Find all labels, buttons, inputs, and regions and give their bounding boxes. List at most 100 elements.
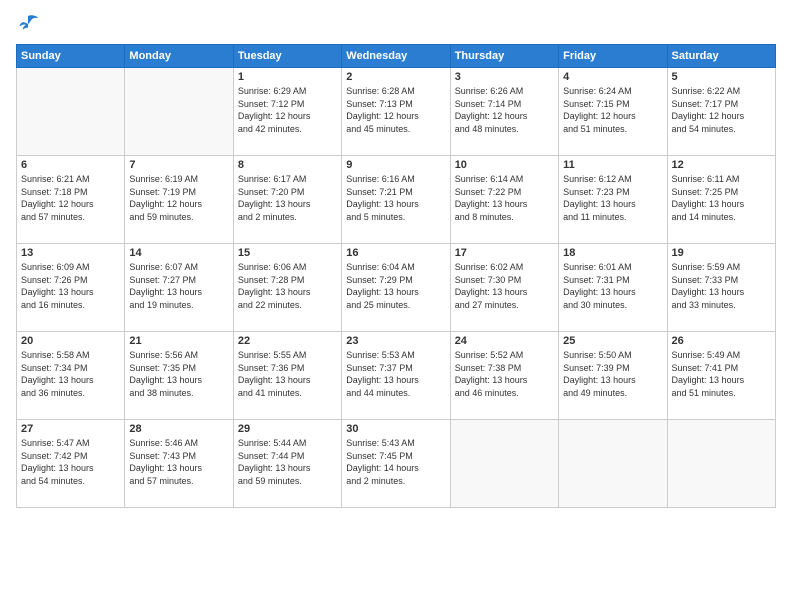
calendar-week-3: 13 Sunrise: 6:09 AM Sunset: 7:26 PM Dayli… (17, 244, 776, 332)
calendar-cell: 30Sunrise: 5:43 AM Sunset: 7:45 PM Dayli… (342, 420, 450, 508)
day-number: 24 (455, 335, 554, 347)
cell-info: Sunrise: 5:44 AM Sunset: 7:44 PM Dayligh… (238, 437, 337, 487)
cell-info: Sunrise: 5:46 AM Sunset: 7:43 PM Dayligh… (129, 437, 228, 487)
day-number: 5 (672, 71, 771, 83)
weekday-header-thursday: Thursday (450, 45, 558, 68)
day-number: 30 (346, 423, 445, 435)
calendar-cell: 12 Sunrise: 6:11 AM Sunset: 7:25 PM Dayli… (667, 156, 775, 244)
calendar-cell: 5Sunrise: 6:22 AM Sunset: 7:17 PM Daylig… (667, 68, 775, 156)
day-number: 10 (455, 159, 554, 171)
cell-info: Sunrise: 6:28 AM Sunset: 7:13 PM Dayligh… (346, 85, 445, 135)
logo (16, 12, 44, 36)
calendar-cell: 3Sunrise: 6:26 AM Sunset: 7:14 PM Daylig… (450, 68, 558, 156)
cell-info: Sunrise: 6:04 AM Sunset: 7:29 PM Dayligh… (346, 261, 445, 311)
calendar-cell: 14Sunrise: 6:07 AM Sunset: 7:27 PM Dayli… (125, 244, 233, 332)
header (16, 12, 776, 36)
calendar-cell (667, 420, 775, 508)
calendar-cell: 10Sunrise: 6:14 AM Sunset: 7:22 PM Dayli… (450, 156, 558, 244)
page: SundayMondayTuesdayWednesdayThursdayFrid… (0, 0, 792, 612)
cell-info: Sunrise: 6:07 AM Sunset: 7:27 PM Dayligh… (129, 261, 228, 311)
calendar-cell (125, 68, 233, 156)
cell-info: Sunrise: 5:53 AM Sunset: 7:37 PM Dayligh… (346, 349, 445, 399)
day-number: 22 (238, 335, 337, 347)
calendar-cell: 28 Sunrise: 5:46 AM Sunset: 7:43 PM Dayli… (125, 420, 233, 508)
day-number: 4 (563, 71, 662, 83)
cell-info: Sunrise: 6:11 AM Sunset: 7:25 PM Dayligh… (672, 173, 771, 223)
weekday-header-sunday: Sunday (17, 45, 125, 68)
cell-info: Sunrise: 6:02 AM Sunset: 7:30 PM Dayligh… (455, 261, 554, 311)
calendar-cell: 15 Sunrise: 6:06 AM Sunset: 7:28 PM Dayli… (233, 244, 341, 332)
calendar-week-4: 20 Sunrise: 5:58 AM Sunset: 7:34 PM Dayli… (17, 332, 776, 420)
cell-info: Sunrise: 5:55 AM Sunset: 7:36 PM Dayligh… (238, 349, 337, 399)
cell-info: Sunrise: 6:12 AM Sunset: 7:23 PM Dayligh… (563, 173, 662, 223)
calendar-cell: 7 Sunrise: 6:19 AM Sunset: 7:19 PM Daylig… (125, 156, 233, 244)
day-number: 9 (346, 159, 445, 171)
day-number: 16 (346, 247, 445, 259)
day-number: 13 (21, 247, 120, 259)
cell-info: Sunrise: 6:26 AM Sunset: 7:14 PM Dayligh… (455, 85, 554, 135)
calendar-body: 1 Sunrise: 6:29 AM Sunset: 7:12 PM Daylig… (17, 68, 776, 508)
day-number: 2 (346, 71, 445, 83)
day-number: 23 (346, 335, 445, 347)
cell-info: Sunrise: 6:29 AM Sunset: 7:12 PM Dayligh… (238, 85, 337, 135)
day-number: 7 (129, 159, 228, 171)
calendar-cell: 2 Sunrise: 6:28 AM Sunset: 7:13 PM Daylig… (342, 68, 450, 156)
cell-info: Sunrise: 5:56 AM Sunset: 7:35 PM Dayligh… (129, 349, 228, 399)
calendar-cell (17, 68, 125, 156)
calendar-cell: 16 Sunrise: 6:04 AM Sunset: 7:29 PM Dayli… (342, 244, 450, 332)
day-number: 27 (21, 423, 120, 435)
weekday-header-row: SundayMondayTuesdayWednesdayThursdayFrid… (17, 45, 776, 68)
day-number: 18 (563, 247, 662, 259)
calendar-table: SundayMondayTuesdayWednesdayThursdayFrid… (16, 44, 776, 508)
cell-info: Sunrise: 6:19 AM Sunset: 7:19 PM Dayligh… (129, 173, 228, 223)
calendar-cell (450, 420, 558, 508)
weekday-header-saturday: Saturday (667, 45, 775, 68)
cell-info: Sunrise: 5:49 AM Sunset: 7:41 PM Dayligh… (672, 349, 771, 399)
cell-info: Sunrise: 5:59 AM Sunset: 7:33 PM Dayligh… (672, 261, 771, 311)
calendar-cell: 17 Sunrise: 6:02 AM Sunset: 7:30 PM Dayli… (450, 244, 558, 332)
calendar-week-1: 1 Sunrise: 6:29 AM Sunset: 7:12 PM Daylig… (17, 68, 776, 156)
logo-bird-icon (16, 12, 40, 36)
day-number: 19 (672, 247, 771, 259)
calendar-cell: 9 Sunrise: 6:16 AM Sunset: 7:21 PM Daylig… (342, 156, 450, 244)
cell-info: Sunrise: 6:09 AM Sunset: 7:26 PM Dayligh… (21, 261, 120, 311)
calendar-cell (559, 420, 667, 508)
calendar-cell: 25Sunrise: 5:50 AM Sunset: 7:39 PM Dayli… (559, 332, 667, 420)
day-number: 29 (238, 423, 337, 435)
calendar-cell: 29 Sunrise: 5:44 AM Sunset: 7:44 PM Dayli… (233, 420, 341, 508)
calendar-cell: 26 Sunrise: 5:49 AM Sunset: 7:41 PM Dayli… (667, 332, 775, 420)
day-number: 20 (21, 335, 120, 347)
cell-info: Sunrise: 5:47 AM Sunset: 7:42 PM Dayligh… (21, 437, 120, 487)
weekday-header-tuesday: Tuesday (233, 45, 341, 68)
calendar-header: SundayMondayTuesdayWednesdayThursdayFrid… (17, 45, 776, 68)
day-number: 12 (672, 159, 771, 171)
calendar-cell: 8Sunrise: 6:17 AM Sunset: 7:20 PM Daylig… (233, 156, 341, 244)
day-number: 26 (672, 335, 771, 347)
cell-info: Sunrise: 5:52 AM Sunset: 7:38 PM Dayligh… (455, 349, 554, 399)
calendar-cell: 20 Sunrise: 5:58 AM Sunset: 7:34 PM Dayli… (17, 332, 125, 420)
cell-info: Sunrise: 6:16 AM Sunset: 7:21 PM Dayligh… (346, 173, 445, 223)
weekday-header-monday: Monday (125, 45, 233, 68)
calendar-cell: 4 Sunrise: 6:24 AM Sunset: 7:15 PM Daylig… (559, 68, 667, 156)
cell-info: Sunrise: 5:58 AM Sunset: 7:34 PM Dayligh… (21, 349, 120, 399)
day-number: 21 (129, 335, 228, 347)
cell-info: Sunrise: 6:06 AM Sunset: 7:28 PM Dayligh… (238, 261, 337, 311)
day-number: 15 (238, 247, 337, 259)
calendar-cell: 27 Sunrise: 5:47 AM Sunset: 7:42 PM Dayli… (17, 420, 125, 508)
calendar-cell: 1 Sunrise: 6:29 AM Sunset: 7:12 PM Daylig… (233, 68, 341, 156)
weekday-header-friday: Friday (559, 45, 667, 68)
cell-info: Sunrise: 6:01 AM Sunset: 7:31 PM Dayligh… (563, 261, 662, 311)
day-number: 6 (21, 159, 120, 171)
calendar-cell: 21 Sunrise: 5:56 AM Sunset: 7:35 PM Dayli… (125, 332, 233, 420)
calendar-week-2: 6Sunrise: 6:21 AM Sunset: 7:18 PM Daylig… (17, 156, 776, 244)
cell-info: Sunrise: 6:17 AM Sunset: 7:20 PM Dayligh… (238, 173, 337, 223)
day-number: 25 (563, 335, 662, 347)
weekday-header-wednesday: Wednesday (342, 45, 450, 68)
day-number: 1 (238, 71, 337, 83)
calendar-cell: 23 Sunrise: 5:53 AM Sunset: 7:37 PM Dayli… (342, 332, 450, 420)
calendar-week-5: 27 Sunrise: 5:47 AM Sunset: 7:42 PM Dayli… (17, 420, 776, 508)
calendar-cell: 19 Sunrise: 5:59 AM Sunset: 7:33 PM Dayli… (667, 244, 775, 332)
cell-info: Sunrise: 6:24 AM Sunset: 7:15 PM Dayligh… (563, 85, 662, 135)
day-number: 17 (455, 247, 554, 259)
day-number: 28 (129, 423, 228, 435)
